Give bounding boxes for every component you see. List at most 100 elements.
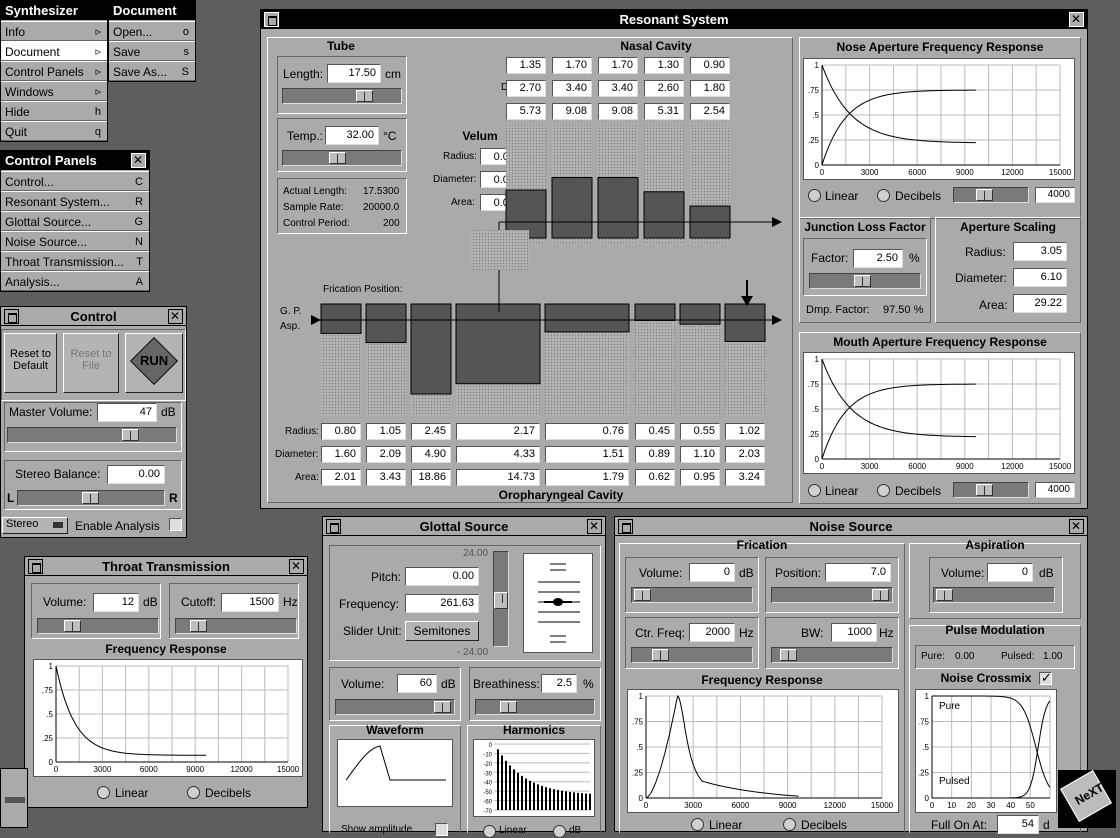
- oro-radius-field[interactable]: 0.45: [635, 423, 675, 440]
- menu-item-open[interactable]: Open... o: [109, 21, 195, 41]
- slider-knob[interactable]: [122, 429, 139, 441]
- factor-field[interactable]: 2.50: [853, 249, 903, 268]
- aperture-radius-field[interactable]: 3.05: [1013, 242, 1067, 261]
- slider-knob[interactable]: [976, 484, 993, 496]
- reset-to-file-button[interactable]: Reset to File: [63, 333, 119, 393]
- show-amplitude-checkbox[interactable]: [435, 823, 448, 836]
- nasal-diameter-field[interactable]: 3.40: [552, 80, 592, 97]
- breathiness-field[interactable]: 2.5: [541, 674, 577, 693]
- reset-to-default-button[interactable]: Reset to Default: [4, 333, 57, 393]
- semitones-button[interactable]: Semitones: [405, 621, 479, 641]
- nasal-radius-field[interactable]: 0.90: [690, 57, 730, 74]
- master-volume-field[interactable]: 47: [97, 403, 157, 422]
- close-icon[interactable]: [1069, 10, 1084, 29]
- enable-analysis-checkbox[interactable]: [169, 518, 182, 531]
- oro-radius-field[interactable]: 2.45: [411, 423, 451, 440]
- oro-radius-field[interactable]: 0.80: [321, 423, 361, 440]
- menu-item-noise-source[interactable]: Noise Source... N: [1, 231, 149, 251]
- aperture-area-field[interactable]: 29.22: [1013, 294, 1067, 313]
- linear-radio[interactable]: [808, 189, 821, 202]
- nasal-diameter-field[interactable]: 2.70: [506, 80, 546, 97]
- decibels-radio[interactable]: [783, 818, 796, 831]
- slider-knob[interactable]: [500, 701, 517, 713]
- mouth-aperture-field[interactable]: 4000: [1035, 482, 1075, 498]
- factor-slider[interactable]: [809, 273, 921, 289]
- throat-volume-field[interactable]: 12: [93, 593, 139, 612]
- nasal-radius-field[interactable]: 1.30: [644, 57, 684, 74]
- frication-volume-slider[interactable]: [631, 587, 753, 603]
- oro-diameter-field[interactable]: 1.10: [680, 446, 720, 463]
- length-field[interactable]: 17.50: [327, 64, 381, 83]
- close-icon[interactable]: [587, 517, 602, 536]
- linear-radio[interactable]: [691, 818, 704, 831]
- bandwidth-field[interactable]: 1000: [831, 623, 877, 642]
- slider-knob[interactable]: [976, 189, 993, 201]
- slider-knob[interactable]: [494, 592, 508, 609]
- menu-item-throat-transmission[interactable]: Throat Transmission... T: [1, 251, 149, 271]
- oro-diameter-field[interactable]: 4.33: [456, 446, 540, 463]
- slider-knob[interactable]: [936, 589, 953, 601]
- length-slider[interactable]: [282, 88, 402, 104]
- slider-knob[interactable]: [780, 649, 797, 661]
- nose-aperture-field[interactable]: 4000: [1035, 187, 1075, 203]
- aspiration-volume-field[interactable]: 0: [987, 563, 1033, 582]
- aspiration-volume-slider[interactable]: [933, 587, 1055, 603]
- slider-knob[interactable]: [434, 701, 451, 713]
- mouth-aperture-slider[interactable]: [953, 482, 1029, 498]
- stereo-balance-slider[interactable]: [17, 490, 165, 506]
- center-frequency-field[interactable]: 2000: [689, 623, 735, 642]
- nasal-diameter-field[interactable]: 1.80: [690, 80, 730, 97]
- oro-area-field[interactable]: 0.95: [680, 469, 720, 486]
- glottal-volume-field[interactable]: 60: [397, 674, 437, 693]
- oro-diameter-field[interactable]: 2.09: [366, 446, 406, 463]
- menu-item-analysis[interactable]: Analysis... A: [1, 271, 149, 291]
- decibels-radio[interactable]: [187, 786, 200, 799]
- oro-area-field[interactable]: 2.01: [321, 469, 361, 486]
- position-field[interactable]: 7.0: [825, 563, 891, 582]
- slider-knob[interactable]: [82, 492, 99, 504]
- oro-radius-field[interactable]: 0.55: [680, 423, 720, 440]
- oro-radius-field[interactable]: 0.76: [545, 423, 629, 440]
- oro-area-field[interactable]: 18.86: [411, 469, 451, 486]
- miniaturize-icon[interactable]: [618, 519, 633, 534]
- miniaturize-icon[interactable]: [264, 12, 279, 27]
- oro-radius-field[interactable]: 1.05: [366, 423, 406, 440]
- close-icon[interactable]: [1069, 517, 1084, 536]
- oro-diameter-field[interactable]: 1.60: [321, 446, 361, 463]
- stereo-mode-popup[interactable]: Stereo: [2, 517, 68, 534]
- menu-item-quit[interactable]: Quit q: [1, 121, 107, 141]
- decibels-radio[interactable]: [877, 484, 890, 497]
- oro-radius-field[interactable]: 1.02: [725, 423, 765, 440]
- slider-knob[interactable]: [190, 620, 207, 632]
- slider-knob[interactable]: [854, 275, 871, 287]
- oro-area-field[interactable]: 3.43: [366, 469, 406, 486]
- menu-item-hide[interactable]: Hide h: [1, 101, 107, 121]
- breathiness-slider[interactable]: [475, 699, 595, 715]
- menu-item-document[interactable]: Document ▹: [1, 41, 107, 61]
- menu-item-glottal-source[interactable]: Glottal Source... G: [1, 211, 149, 231]
- oro-area-field[interactable]: 14.73: [456, 469, 540, 486]
- slider-knob[interactable]: [64, 620, 81, 632]
- menu-item-info[interactable]: Info ▹: [1, 21, 107, 41]
- oro-diameter-field[interactable]: 1.51: [545, 446, 629, 463]
- frication-volume-field[interactable]: 0: [689, 563, 735, 582]
- linear-radio[interactable]: [808, 484, 821, 497]
- oro-area-field[interactable]: 3.24: [725, 469, 765, 486]
- throat-volume-slider[interactable]: [37, 618, 159, 634]
- slider-knob[interactable]: [634, 589, 651, 601]
- menu-item-save-as[interactable]: Save As... S: [109, 61, 195, 81]
- close-icon[interactable]: [289, 557, 304, 576]
- nose-aperture-slider[interactable]: [953, 187, 1029, 203]
- nasal-radius-field[interactable]: 1.70: [552, 57, 592, 74]
- dock-app-icon[interactable]: [0, 768, 28, 828]
- nasal-diameter-field[interactable]: 3.40: [598, 80, 638, 97]
- close-icon[interactable]: [168, 307, 183, 326]
- frequency-field[interactable]: 261.63: [405, 594, 479, 613]
- menu-item-resonant-system[interactable]: Resonant System... R: [1, 191, 149, 211]
- nasal-radius-field[interactable]: 1.70: [598, 57, 638, 74]
- menu-item-save[interactable]: Save s: [109, 41, 195, 61]
- menu-item-windows[interactable]: Windows ▹: [1, 81, 107, 101]
- aperture-diameter-field[interactable]: 6.10: [1013, 268, 1067, 287]
- slider-knob[interactable]: [872, 589, 889, 601]
- oro-diameter-field[interactable]: 2.03: [725, 446, 765, 463]
